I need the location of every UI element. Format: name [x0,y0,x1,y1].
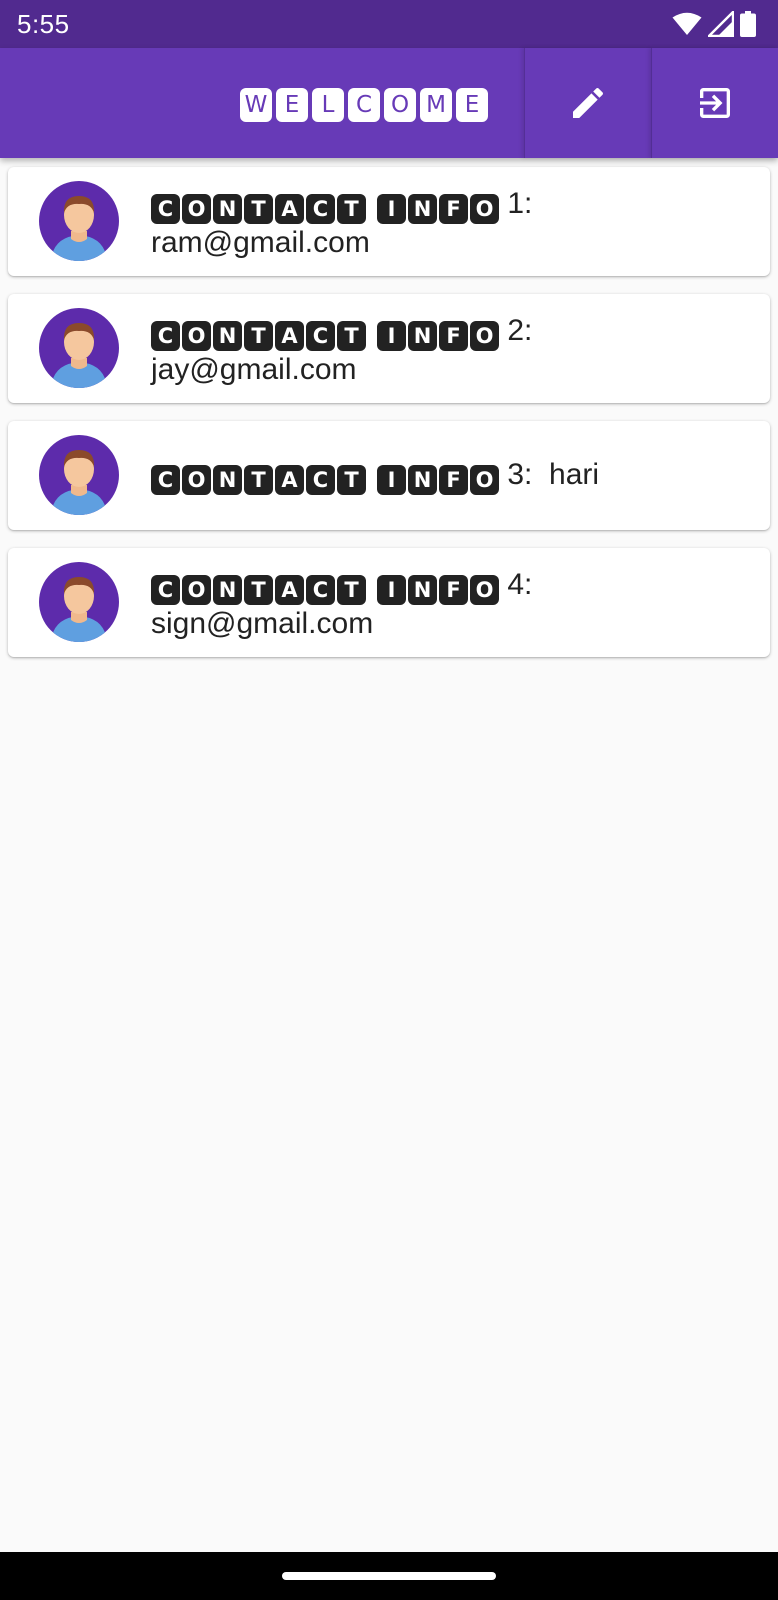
letter-tile: T [337,575,366,605]
contact-index: 1: [507,187,533,220]
letter-tile: O [182,321,211,351]
status-bar: 5:55 [0,0,778,48]
letter-tile: F [439,465,468,495]
letter-tile: O [470,465,499,495]
letter-tile: T [337,194,366,224]
letter-tile: C [151,321,180,351]
avatar-icon [51,196,107,261]
contact-text: CONTACTINFO 1: ram@gmail.com [151,185,750,262]
letter-tile: O [470,194,499,224]
contact-label: CONTACTINFO [151,194,499,224]
contact-value: hari [549,458,600,491]
letter-tile: O [384,88,416,122]
letter-tile: F [439,575,468,605]
letter-tile: O [470,321,499,351]
logout-icon [700,88,730,118]
letter-tile: L [312,88,344,122]
status-icons [672,9,756,39]
letter-tile: T [337,321,366,351]
letter-gap [368,194,375,224]
letter-tile: C [151,465,180,495]
letter-tile: M [420,88,452,122]
letter-tile: C [306,321,335,351]
letter-tile: T [244,194,273,224]
letter-tile: C [306,465,335,495]
contact-label: CONTACTINFO [151,321,499,351]
contact-text: CONTACTINFO 3: hari [151,456,750,495]
letter-tile: C [348,88,380,122]
letter-tile: W [240,88,272,122]
contact-card-3[interactable]: CONTACTINFO 3: hari [8,421,770,530]
letter-gap [368,321,375,351]
letter-tile: F [439,194,468,224]
letter-tile: N [408,575,437,605]
contact-list: CONTACTINFO 1: ram@gmail.com CONTACTINFO… [8,167,770,675]
page-title: WELCOME [240,88,488,122]
letter-tile: A [275,194,304,224]
letter-tile: N [213,465,242,495]
letter-tile: N [213,194,242,224]
letter-tile: O [182,194,211,224]
navigation-bar [0,1552,778,1600]
letter-tile: C [306,575,335,605]
home-indicator[interactable] [282,1572,496,1580]
letter-tile: N [408,194,437,224]
avatar [39,435,119,515]
letter-tile: I [377,194,406,224]
avatar [39,308,119,388]
contact-card-4[interactable]: CONTACTINFO 4: sign@gmail.com [8,548,770,657]
contact-value: sign@gmail.com [151,607,374,640]
letter-tile: T [244,465,273,495]
logout-button[interactable] [651,48,778,158]
letter-tile: A [275,575,304,605]
avatar-icon [51,577,107,642]
battery-icon [740,11,756,37]
contact-text: CONTACTINFO 4: sign@gmail.com [151,566,750,643]
letter-tile: T [244,321,273,351]
contact-card-1[interactable]: CONTACTINFO 1: ram@gmail.com [8,167,770,276]
letter-tile: A [275,465,304,495]
signal-icon [708,11,734,37]
contact-card-2[interactable]: CONTACTINFO 2: jay@gmail.com [8,294,770,403]
letter-tile: C [151,575,180,605]
letter-tile: O [182,575,211,605]
avatar-icon [51,323,107,388]
letter-tile: I [377,465,406,495]
avatar [39,562,119,642]
app-bar: WELCOME [0,48,778,158]
letter-tile: I [377,575,406,605]
letter-tile: A [275,321,304,351]
edit-icon [573,87,604,118]
letter-tile: O [470,575,499,605]
contact-label: CONTACTINFO [151,465,499,495]
status-time: 5:55 [17,9,70,39]
letter-gap [368,575,375,605]
letter-tile: E [456,88,488,122]
letter-tile: T [244,575,273,605]
contact-index: 3: [507,458,533,491]
letter-tile: O [182,465,211,495]
letter-tile: N [408,321,437,351]
letter-tile: C [306,194,335,224]
letter-tile: N [213,321,242,351]
edit-button[interactable] [524,48,651,158]
letter-tile: C [151,194,180,224]
contact-text: CONTACTINFO 2: jay@gmail.com [151,312,750,389]
contact-value: jay@gmail.com [151,353,357,386]
contact-value: ram@gmail.com [151,226,370,259]
letter-gap [368,465,375,495]
avatar [39,181,119,261]
avatar-icon [51,450,107,515]
letter-tile: F [439,321,468,351]
letter-tile: N [408,465,437,495]
contact-index: 2: [507,314,533,347]
contact-index: 4: [507,568,533,601]
contact-label: CONTACTINFO [151,575,499,605]
letter-tile: T [337,465,366,495]
wifi-icon [672,12,702,35]
letter-tile: I [377,321,406,351]
letter-tile: E [276,88,308,122]
letter-tile: N [213,575,242,605]
